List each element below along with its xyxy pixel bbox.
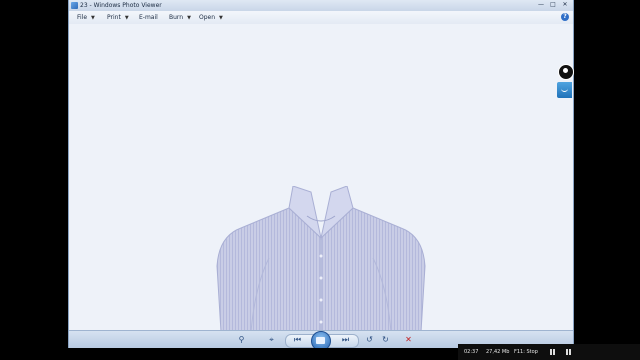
chevron-down-icon: ▼ bbox=[91, 15, 95, 21]
menu-file[interactable]: File ▼ bbox=[77, 11, 95, 24]
menu-burn-label: Burn bbox=[169, 14, 184, 21]
menu-print[interactable]: Print ▼ bbox=[107, 11, 129, 24]
rotate-clockwise-button[interactable]: ↻ bbox=[379, 334, 392, 346]
stop-hint: F11: Stop bbox=[514, 349, 538, 355]
photo-viewer-window: 23 - Windows Photo Viewer — □ ✕ File ▼ Pr… bbox=[68, 0, 574, 348]
chevron-down-icon: ▼ bbox=[219, 15, 223, 21]
chevron-down-icon: ▼ bbox=[187, 15, 191, 21]
title-bar: 23 - Windows Photo Viewer — □ ✕ bbox=[69, 0, 573, 11]
minimize-button[interactable]: — bbox=[535, 1, 547, 9]
menu-email-label: E-mail bbox=[139, 14, 158, 21]
actual-size-button[interactable]: ⌖ bbox=[265, 334, 278, 346]
previous-button[interactable]: ⏮ bbox=[291, 334, 304, 346]
zoom-button[interactable]: ⚲ bbox=[235, 334, 248, 346]
maximize-button[interactable]: □ bbox=[547, 1, 559, 9]
file-size: 27,42 Mb bbox=[486, 349, 510, 355]
side-panel-tab[interactable] bbox=[557, 82, 572, 98]
help-button[interactable]: ? bbox=[561, 13, 569, 21]
photo-viewer-app-icon bbox=[71, 2, 78, 9]
menu-file-label: File bbox=[77, 14, 88, 21]
menu-open[interactable]: Open ▼ bbox=[199, 11, 223, 24]
rotate-counterclockwise-button[interactable]: ↺ bbox=[363, 334, 376, 346]
menu-burn[interactable]: Burn ▼ bbox=[169, 11, 191, 24]
pause-icon[interactable] bbox=[550, 349, 552, 355]
menu-email[interactable]: E-mail bbox=[139, 11, 158, 24]
slideshow-icon bbox=[316, 337, 325, 344]
pause-icon-secondary[interactable] bbox=[569, 349, 571, 355]
menu-open-label: Open bbox=[199, 14, 216, 21]
close-button[interactable]: ✕ bbox=[559, 1, 571, 9]
pause-icon-secondary[interactable] bbox=[566, 349, 568, 355]
menu-print-label: Print bbox=[107, 14, 121, 21]
next-button[interactable]: ⏭ bbox=[339, 334, 352, 346]
slideshow-button[interactable] bbox=[311, 331, 331, 348]
shirt-image bbox=[216, 186, 426, 332]
status-overlay: 02:37 27,42 Mb F11: Stop bbox=[458, 344, 640, 360]
menu-bar: File ▼ Print ▼ E-mail Burn ▼ Open ▼ ? bbox=[69, 11, 573, 25]
chevron-down-icon: ▼ bbox=[124, 15, 129, 21]
delete-button[interactable]: ✕ bbox=[402, 334, 415, 346]
photo-display-area bbox=[69, 24, 573, 332]
pin-icon[interactable] bbox=[558, 64, 574, 80]
elapsed-time: 02:37 bbox=[464, 349, 479, 355]
pause-icon[interactable] bbox=[553, 349, 555, 355]
window-title: 23 - Windows Photo Viewer bbox=[80, 2, 162, 9]
